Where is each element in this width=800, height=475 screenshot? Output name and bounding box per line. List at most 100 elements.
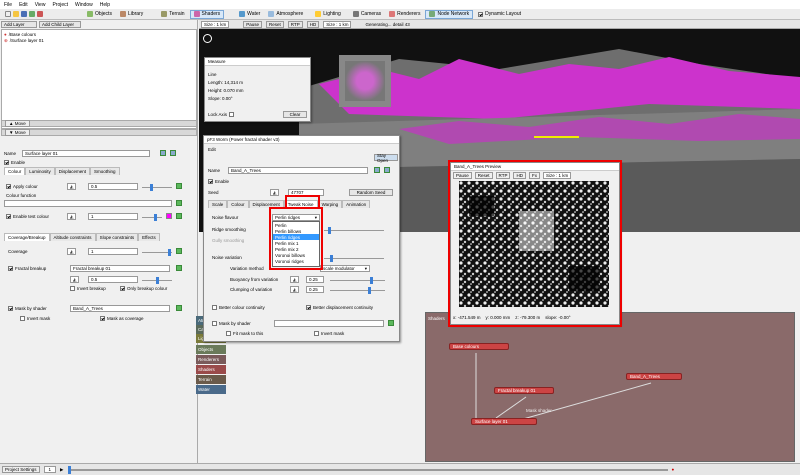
- toolbar-node-network[interactable]: Node Network: [425, 9, 474, 19]
- coverage-value[interactable]: 1: [88, 248, 138, 255]
- coverage-slider[interactable]: [142, 249, 172, 256]
- layer-water[interactable]: Water: [196, 385, 226, 394]
- add-breakup-icon[interactable]: [176, 265, 182, 271]
- frame-field[interactable]: 1: [43, 466, 57, 473]
- only-breakup-colour-row[interactable]: Only breakup colour: [120, 285, 167, 292]
- hd-button[interactable]: HD: [306, 20, 320, 28]
- rtp-button[interactable]: RTP: [495, 172, 511, 179]
- mask-shader-field[interactable]: [274, 320, 384, 327]
- move-button[interactable]: ▼ Move: [5, 129, 30, 136]
- apply-colour-slider[interactable]: [142, 184, 172, 191]
- toolbar-library[interactable]: Library: [117, 10, 146, 19]
- add-colour-icon[interactable]: [176, 183, 182, 189]
- lock-axis-checkbox[interactable]: [229, 112, 235, 117]
- pause-button[interactable]: Pause: [453, 172, 472, 179]
- tab-scale[interactable]: Scale: [208, 200, 228, 208]
- fx-button[interactable]: Fx: [528, 172, 540, 179]
- tab-tweak-noise[interactable]: Tweak Noise: [283, 200, 318, 208]
- slider-mode-icon[interactable]: ◭: [290, 286, 299, 293]
- ridge-smoothing-slider[interactable]: [324, 227, 384, 234]
- tab-altitude-constraints[interactable]: Altitude constraints: [49, 233, 96, 241]
- lock-axis-row[interactable]: Lock Axis: [208, 111, 236, 118]
- layer-renderers[interactable]: Renderers: [196, 355, 226, 364]
- clear-button[interactable]: Clear: [283, 111, 307, 118]
- new-icon[interactable]: [5, 11, 11, 17]
- node-network-view[interactable]: Shaders Base colours Band_A_Trees Fracta…: [425, 312, 795, 462]
- variation-method-select[interactable]: scale modulator ▾: [320, 265, 370, 272]
- mask-as-coverage-row[interactable]: Mask as coverage: [100, 315, 144, 322]
- add-mask-icon[interactable]: [388, 320, 394, 326]
- tab-effects[interactable]: Effects: [138, 233, 160, 241]
- invert-mask-checkbox[interactable]: [314, 331, 319, 336]
- apply-colour-checkbox[interactable]: [6, 184, 11, 189]
- tree-item[interactable]: ⊕ /Surface layer 01: [4, 37, 44, 44]
- slider-mode-icon[interactable]: ◭: [67, 213, 76, 220]
- tab-slope-constraints[interactable]: Slope constraints: [95, 233, 139, 241]
- fractal-breakup-checkbox[interactable]: [8, 266, 13, 271]
- help-icon[interactable]: [374, 167, 380, 173]
- help-icon[interactable]: [160, 150, 166, 156]
- name-field[interactable]: Band_A_Trees: [228, 167, 368, 174]
- mask-by-shader-checkbox[interactable]: [8, 306, 13, 311]
- layer-shaders[interactable]: Shaders: [196, 365, 226, 374]
- mask-shader-field[interactable]: Band_A_Trees: [70, 305, 170, 312]
- menu-project[interactable]: Project: [52, 2, 68, 8]
- fractal-breakup-field[interactable]: Fractal breakup 01: [70, 265, 170, 272]
- project-settings-button[interactable]: Project Settings: [2, 466, 40, 473]
- clumping-value[interactable]: 0.25: [306, 286, 324, 293]
- save-icon[interactable]: [21, 11, 27, 17]
- only-breakup-colour-checkbox[interactable]: [120, 286, 125, 291]
- test-colour-checkbox[interactable]: [6, 214, 11, 219]
- toolbar-icons[interactable]: [2, 10, 82, 19]
- size-dropdown[interactable]: Size : 1 km: [201, 20, 230, 28]
- invert-breakup-checkbox[interactable]: [70, 286, 75, 291]
- invert-mask-checkbox[interactable]: [20, 316, 25, 321]
- tab-coverage-breakup[interactable]: Coverage/Breakup: [4, 233, 50, 241]
- better-colour-row[interactable]: Better colour continuity: [212, 304, 265, 311]
- reset-button[interactable]: Reset: [474, 172, 493, 179]
- dynamic-layout-checkbox[interactable]: [478, 11, 484, 17]
- enable-checkbox[interactable]: [4, 160, 9, 165]
- menu-file[interactable]: File: [4, 2, 12, 8]
- fractal-amount-value[interactable]: 0.5: [88, 276, 138, 283]
- tab-displacement[interactable]: Displacement: [54, 167, 91, 175]
- mask-as-coverage-checkbox[interactable]: [100, 316, 105, 321]
- mask-by-shader-row[interactable]: Mask by shader: [212, 320, 251, 327]
- slider-mode-icon[interactable]: ◭: [67, 183, 76, 190]
- name-field[interactable]: Surface layer 01: [22, 150, 150, 157]
- noise-flavour-select[interactable]: Perlin ridges ▾: [272, 214, 320, 221]
- menu-help[interactable]: Help: [100, 2, 110, 8]
- noise-variation-slider[interactable]: [324, 255, 384, 262]
- size-dropdown[interactable]: Size : 1 km: [323, 20, 352, 28]
- add-function-icon[interactable]: [176, 200, 182, 206]
- slider-mode-icon[interactable]: ◭: [70, 276, 79, 283]
- tab-colour[interactable]: Colour: [4, 167, 26, 175]
- noise-flavour-dropdown-list[interactable]: Perlin Perlin billows Perlin ridges Perl…: [272, 221, 320, 267]
- toolbar-renderers[interactable]: Renderers: [386, 10, 423, 19]
- mask-by-shader-checkbox[interactable]: [212, 321, 217, 326]
- tab-smoothing[interactable]: Smoothing: [90, 167, 120, 175]
- node-surface-layer[interactable]: Surface layer 01: [471, 418, 537, 425]
- node-base-colours[interactable]: Base colours: [449, 343, 509, 350]
- add-layer-button[interactable]: Add Layer: [1, 21, 37, 28]
- seed-field[interactable]: 47707: [288, 189, 324, 196]
- enable-row[interactable]: Enable: [4, 159, 25, 166]
- fit-mask-checkbox[interactable]: [226, 331, 231, 336]
- fit-mask-row[interactable]: Fit mask to this: [226, 330, 263, 337]
- enable-row[interactable]: Enable: [208, 178, 229, 185]
- invert-breakup-row[interactable]: Invert breakup: [70, 285, 106, 292]
- toolbar-atmosphere[interactable]: Atmosphere: [265, 10, 306, 19]
- buoyancy-value[interactable]: 0.25: [306, 276, 324, 283]
- better-colour-checkbox[interactable]: [212, 305, 217, 310]
- test-colour-swatch[interactable]: [166, 213, 172, 219]
- pause-button[interactable]: Pause: [243, 20, 263, 28]
- add-test-colour-icon[interactable]: [176, 213, 182, 219]
- random-seed-button[interactable]: Random Seed: [349, 189, 393, 196]
- tab-warping[interactable]: Warping: [317, 200, 343, 208]
- toolbar-objects[interactable]: Objects: [84, 10, 115, 19]
- test-colour-value[interactable]: 1: [88, 213, 138, 220]
- open-icon[interactable]: [13, 11, 19, 17]
- toolbar-lighting[interactable]: Lighting: [312, 10, 344, 19]
- fractal-breakup-row[interactable]: Fractal breakup: [8, 265, 46, 272]
- slider-mode-icon[interactable]: ◭: [67, 248, 76, 255]
